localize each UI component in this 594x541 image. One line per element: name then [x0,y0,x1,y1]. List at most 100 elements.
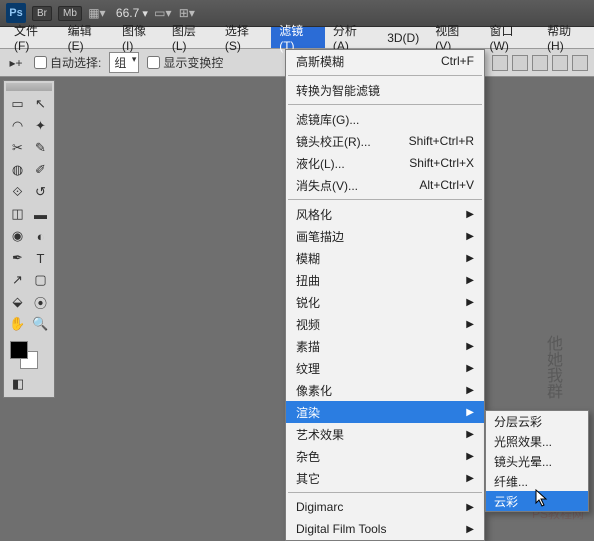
eraser-tool[interactable]: ◫ [6,203,29,225]
lasso-tool[interactable]: ◠ [6,115,29,137]
toolbox-grip[interactable] [6,83,52,91]
filter-blur[interactable]: 模糊▶ [286,247,484,269]
toolbox: ▭↖ ◠✦ ✂✎ ◍✐ ⟐↺ ◫▬ ◉◐ ✒T ↗▢ ⬙⦿ ✋🔍 ◧ [3,80,55,398]
filter-noise[interactable]: 杂色▶ [286,445,484,467]
render-submenu: 分层云彩 光照效果... 镜头光晕... 纤维... 云彩 [485,410,589,512]
submenu-arrow-icon: ▶ [466,341,474,352]
blur-tool[interactable]: ◉ [6,225,29,247]
filter-liquify[interactable]: 液化(L)...Shift+Ctrl+X [286,152,484,174]
arrange-icon[interactable]: ▭▾ [154,5,172,21]
pen-tool[interactable]: ✒ [6,247,29,269]
minibr-button[interactable]: Mb [58,6,82,21]
submenu-arrow-icon: ▶ [466,429,474,440]
filter-vanish[interactable]: 消失点(V)...Alt+Ctrl+V [286,174,484,196]
screen-mode-icon[interactable]: ⊞▾ [178,5,196,21]
filter-digimarc[interactable]: Digimarc▶ [286,496,484,518]
submenu-arrow-icon: ▶ [466,275,474,286]
menu-image[interactable]: 图像(I) [114,27,164,48]
submenu-arrow-icon: ▶ [466,451,474,462]
filter-sketch[interactable]: 素描▶ [286,335,484,357]
auto-select-checkbox[interactable]: 自动选择: [34,54,101,71]
filter-menu-dropdown: 高斯模糊Ctrl+F 转换为智能滤镜 滤镜库(G)... 镜头校正(R)...S… [285,49,485,541]
menu-layer[interactable]: 图层(L) [164,27,217,48]
separator [288,104,482,105]
crop-tool[interactable]: ✂ [6,137,29,159]
menu-analysis[interactable]: 分析(A) [325,27,379,48]
render-fibers[interactable]: 纤维... [486,471,588,491]
dodge-tool[interactable]: ◐ [29,225,52,247]
filter-pixelate[interactable]: 像素化▶ [286,379,484,401]
align-icon[interactable] [572,55,588,71]
quickmask-tool[interactable]: ◧ [6,373,30,395]
eyedropper-tool[interactable]: ✎ [29,137,52,159]
move-tool-icon[interactable]: ▸+ [6,55,26,71]
submenu-arrow-icon: ▶ [466,319,474,330]
camera-tool[interactable]: ⦿ [29,291,52,313]
filter-lens[interactable]: 镜头校正(R)...Shift+Ctrl+R [286,130,484,152]
gradient-tool[interactable]: ▬ [29,203,52,225]
separator [288,75,482,76]
brush-tool[interactable]: ✐ [29,159,52,181]
filter-stylize[interactable]: 风格化▶ [286,203,484,225]
align-buttons [492,55,588,71]
submenu-arrow-icon: ▶ [466,524,474,535]
menubar: 文件(F) 编辑(E) 图像(I) 图层(L) 选择(S) 滤镜(T) 分析(A… [0,27,594,49]
filter-render[interactable]: 渲染▶ [286,401,484,423]
color-swatches[interactable] [6,339,52,373]
align-icon[interactable] [532,55,548,71]
filter-dft[interactable]: Digital Film Tools▶ [286,518,484,540]
submenu-arrow-icon: ▶ [466,363,474,374]
zoom-level[interactable]: 66.7 ▾ [116,6,148,20]
menu-file[interactable]: 文件(F) [6,27,60,48]
bridge-button[interactable]: Br [32,6,52,21]
menu-view[interactable]: 视图(V) [427,27,481,48]
auto-select-type[interactable]: 组 [109,52,139,73]
show-transform-checkbox[interactable]: 显示变换控 [147,54,223,71]
auto-select-label: 自动选择: [50,54,101,71]
hand-tool[interactable]: ✋ [6,313,29,335]
align-icon[interactable] [512,55,528,71]
align-icon[interactable] [552,55,568,71]
wand-tool[interactable]: ✦ [29,115,52,137]
render-clouds[interactable]: 云彩 [486,491,588,511]
menu-3d[interactable]: 3D(D) [379,27,427,48]
filter-artistic[interactable]: 艺术效果▶ [286,423,484,445]
filter-smart[interactable]: 转换为智能滤镜 [286,79,484,101]
menu-window[interactable]: 窗口(W) [482,27,540,48]
heal-tool[interactable]: ◍ [6,159,29,181]
filter-other[interactable]: 其它▶ [286,467,484,489]
filter-last[interactable]: 高斯模糊Ctrl+F [286,50,484,72]
render-lens-flare[interactable]: 镜头光晕... [486,451,588,471]
stamp-tool[interactable]: ⟐ [6,181,29,203]
render-diff-clouds[interactable]: 分层云彩 [486,411,588,431]
separator [288,492,482,493]
separator [288,199,482,200]
history-brush-tool[interactable]: ↺ [29,181,52,203]
move-tool[interactable]: ↖ [29,93,52,115]
menu-edit[interactable]: 编辑(E) [60,27,114,48]
shape-tool[interactable]: ▢ [29,269,52,291]
3d-tool[interactable]: ⬙ [6,291,29,313]
menu-filter[interactable]: 滤镜(T) [271,27,325,48]
submenu-arrow-icon: ▶ [466,385,474,396]
view-extras-icon[interactable]: ▦▾ [88,5,106,21]
zoom-tool[interactable]: 🔍 [29,313,52,335]
filter-sharpen[interactable]: 锐化▶ [286,291,484,313]
filter-gallery[interactable]: 滤镜库(G)... [286,108,484,130]
filter-texture[interactable]: 纹理▶ [286,357,484,379]
submenu-arrow-icon: ▶ [466,297,474,308]
menu-select[interactable]: 选择(S) [217,27,271,48]
align-icon[interactable] [492,55,508,71]
path-tool[interactable]: ↗ [6,269,29,291]
marquee-tool[interactable]: ▭ [6,93,29,115]
filter-distort[interactable]: 扭曲▶ [286,269,484,291]
filter-brush[interactable]: 画笔描边▶ [286,225,484,247]
submenu-arrow-icon: ▶ [466,407,474,418]
filter-video[interactable]: 视频▶ [286,313,484,335]
foreground-color[interactable] [10,341,28,359]
menu-help[interactable]: 帮助(H) [539,27,594,48]
submenu-arrow-icon: ▶ [466,253,474,264]
render-lighting[interactable]: 光照效果... [486,431,588,451]
show-transform-label: 显示变换控 [163,54,223,71]
type-tool[interactable]: T [29,247,52,269]
